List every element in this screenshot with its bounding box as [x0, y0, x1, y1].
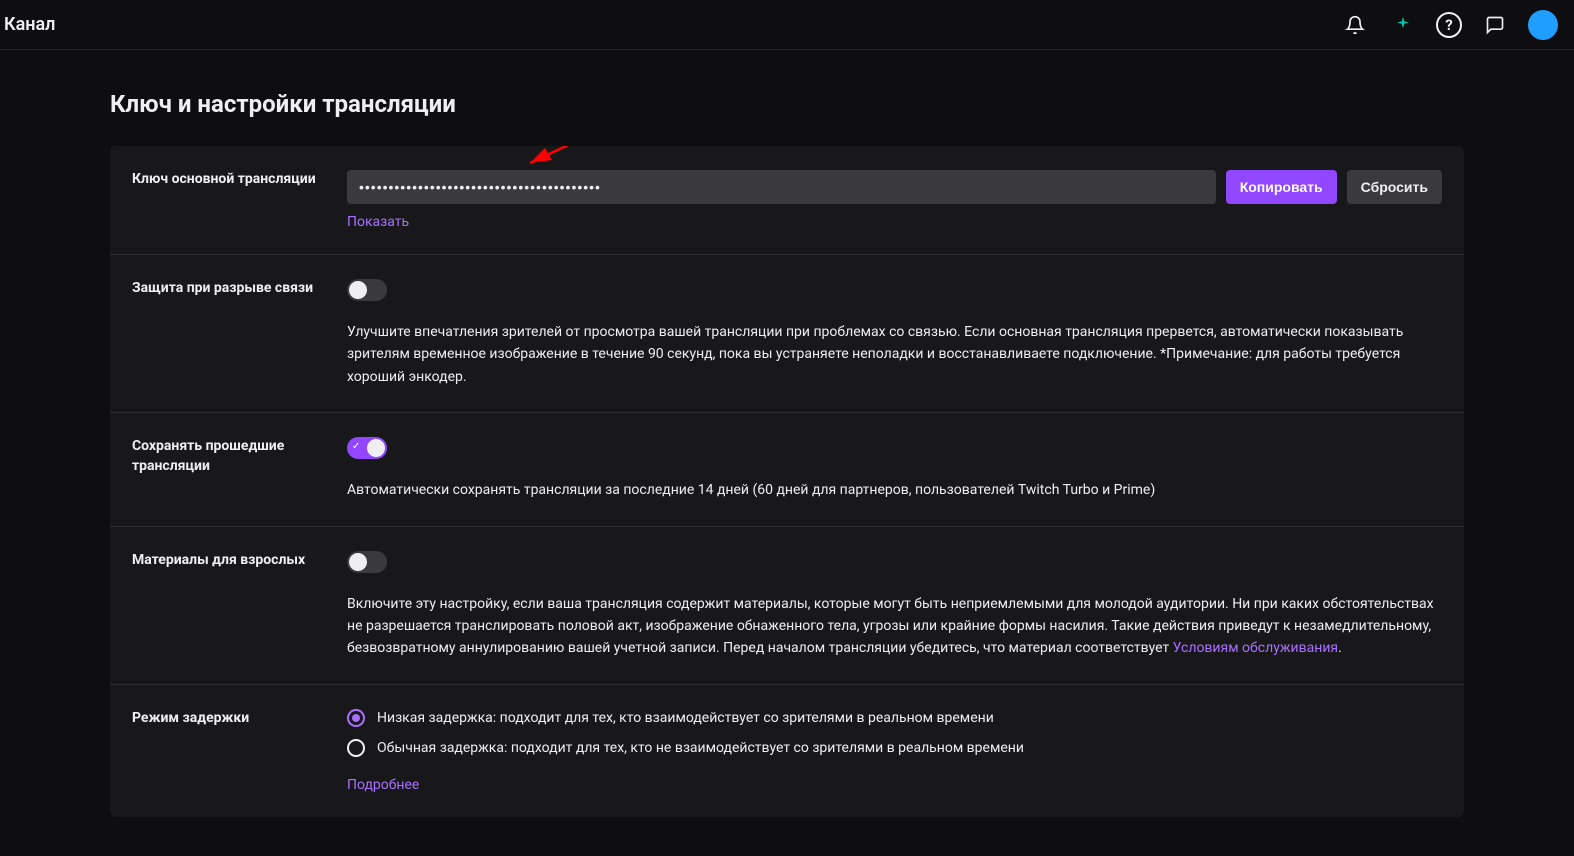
show-key-link[interactable]: Показать — [347, 214, 409, 230]
sparkle-icon[interactable] — [1388, 10, 1418, 40]
stream-key-label: Ключ основной трансляции — [132, 170, 347, 230]
mature-label: Материалы для взрослых — [132, 551, 347, 660]
avatar[interactable] — [1528, 10, 1558, 40]
topbar: Канал ? — [0, 0, 1574, 50]
row-stream-key: Ключ основной трансляции Копировать Сбро… — [110, 146, 1464, 255]
reset-button[interactable]: Сбросить — [1347, 170, 1442, 204]
disconnect-label: Защита при разрыве связи — [132, 279, 347, 388]
chat-icon[interactable] — [1480, 10, 1510, 40]
disconnect-toggle[interactable] — [347, 279, 387, 301]
topbar-actions: ? — [1340, 10, 1558, 40]
page-title: Ключ и настройки трансляции — [110, 90, 1464, 118]
latency-more-link[interactable]: Подробнее — [347, 777, 419, 793]
vod-toggle[interactable]: ✓ — [347, 437, 387, 459]
row-latency-mode: Режим задержки Низкая задержка: подходит… — [110, 685, 1464, 817]
vod-label: Сохранять прошедшие трансляции — [132, 437, 347, 501]
page-header-title: Канал — [0, 14, 55, 35]
latency-low-option[interactable]: Низкая задержка: подходит для тех, кто в… — [347, 709, 1442, 727]
latency-normal-option[interactable]: Обычная задержка: подходит для тех, кто … — [347, 739, 1442, 757]
latency-normal-label: Обычная задержка: подходит для тех, кто … — [377, 740, 1024, 756]
radio-unselected-icon — [347, 739, 365, 757]
settings-panel: Ключ основной трансляции Копировать Сбро… — [110, 146, 1464, 817]
disconnect-description: Улучшите впечатления зрителей от просмот… — [347, 321, 1442, 388]
vod-description: Автоматически сохранять трансляции за по… — [347, 479, 1442, 501]
row-mature-content: Материалы для взрослых Включите эту наст… — [110, 527, 1464, 685]
copy-button[interactable]: Копировать — [1226, 170, 1337, 204]
mature-toggle[interactable] — [347, 551, 387, 573]
radio-selected-icon — [347, 709, 365, 727]
row-store-vods: Сохранять прошедшие трансляции ✓ Автомат… — [110, 413, 1464, 526]
stream-key-input[interactable] — [347, 170, 1216, 204]
notifications-icon[interactable] — [1340, 10, 1370, 40]
latency-label: Режим задержки — [132, 709, 347, 793]
tos-link[interactable]: Условиям обслуживания — [1173, 640, 1338, 656]
mature-description: Включите эту настройку, если ваша трансл… — [347, 593, 1442, 660]
annotation-arrow — [500, 146, 720, 178]
help-icon[interactable]: ? — [1436, 12, 1462, 38]
content-area: Ключ и настройки трансляции Ключ основно… — [0, 50, 1574, 817]
latency-low-label: Низкая задержка: подходит для тех, кто в… — [377, 710, 994, 726]
row-disconnect-protection: Защита при разрыве связи Улучшите впечат… — [110, 255, 1464, 413]
mature-desc-post: . — [1338, 640, 1342, 656]
